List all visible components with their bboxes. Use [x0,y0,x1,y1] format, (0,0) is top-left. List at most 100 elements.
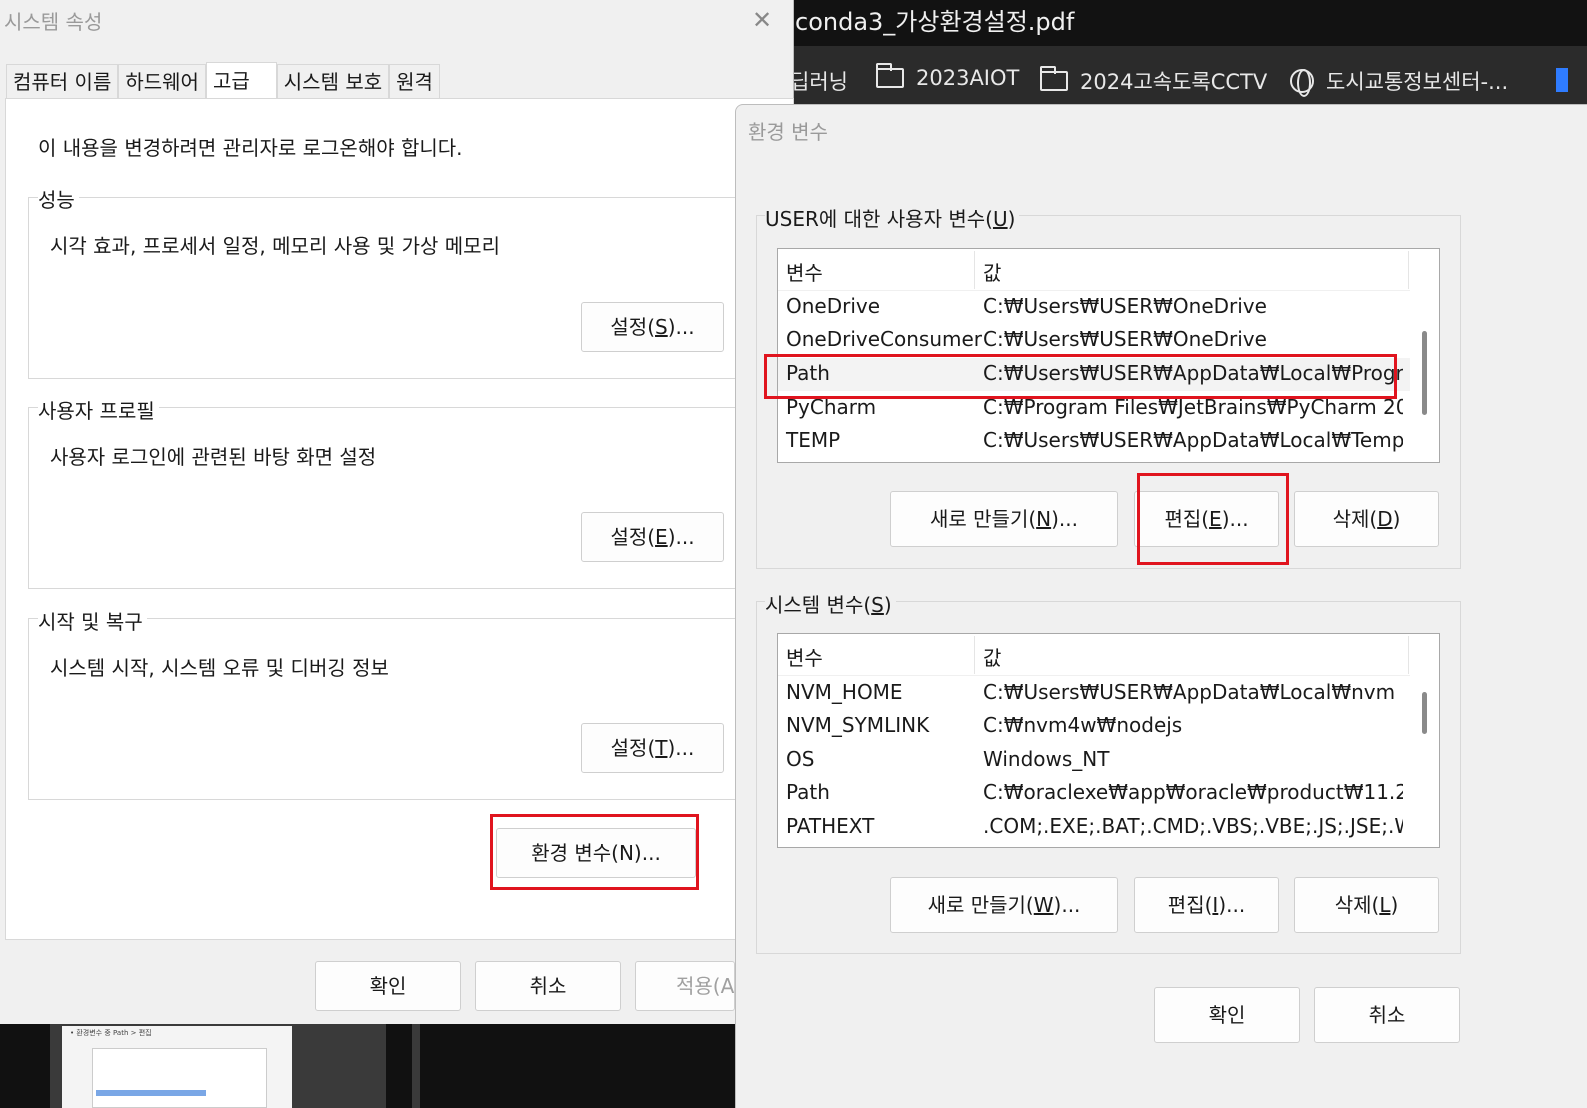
browser-tab-title[interactable]: conda3_가상환경설정.pdf [795,2,1074,37]
ok-button[interactable]: 확인 [1154,987,1300,1043]
document-thumbnail[interactable] [412,1022,420,1108]
variable-value: C:₩oraclexe₩app₩oracle₩product₩11.2.0... [983,780,1403,804]
close-icon[interactable]: ✕ [752,6,772,34]
button-label-suffix: )... [1053,893,1081,917]
button-label: 새로 만들기( [929,507,1037,531]
bookmark-item[interactable]: 딥러닝 [790,66,848,96]
highlight-box [490,814,699,890]
thumbnail-highlight [96,1090,206,1096]
button-label: 설정( [610,315,656,339]
thumbnail-page: • 환경변수 중 Path > 편집 [62,1026,292,1108]
performance-settings-button[interactable]: 설정(S)... [581,302,724,352]
variable-name: TEMP [786,428,841,452]
dialog-title: 시스템 속성 [4,10,103,34]
button-label-suffix: )... [667,525,695,549]
column-divider [1408,251,1409,289]
apply-button[interactable]: 적용(A [635,961,735,1011]
cancel-button[interactable]: 취소 [1314,987,1460,1043]
table-row[interactable]: PATHEXT .COM;.EXE;.BAT;.CMD;.VBS;.VBE;.J… [778,811,1410,844]
group-title: 시작 및 복구 [38,606,147,635]
group-title: USER에 대한 사용자 변수(U) [765,203,1020,232]
scrollbar-thumb[interactable] [1422,331,1427,415]
list-header: 변수 값 [778,634,1410,676]
table-row[interactable]: NVM_HOME C:₩Users₩USER₩AppData₩Local₩nvm [778,677,1410,710]
variable-value: Windows_NT [983,747,1110,771]
system-new-button[interactable]: 새로 만들기(W)... [890,877,1118,933]
column-divider [1408,636,1409,674]
variable-name: PATHEXT [786,814,875,838]
tab-computer-name[interactable]: 컴퓨터 이름 [6,64,119,98]
highlight-box [764,354,1397,399]
table-row[interactable]: NVM_SYMLINK C:₩nvm4w₩nodejs [778,710,1410,743]
variable-value: .COM;.EXE;.BAT;.CMD;.VBS;.VBE;.JS;.JSE;.… [983,814,1403,838]
accelerator-key: S [871,593,884,617]
button-label: 삭제( [1334,893,1380,917]
button-label: 설정( [610,736,656,760]
column-header-name[interactable]: 변수 [786,257,823,286]
admin-note: 이 내용을 변경하려면 관리자로 로그온해야 합니다. [38,136,463,160]
variable-name: NVM_SYMLINK [786,713,930,737]
table-row[interactable]: OS Windows_NT [778,744,1410,777]
variable-name: OneDrive [786,294,881,318]
system-properties-dialog: 시스템 속성 ✕ 컴퓨터 이름 하드웨어 고급 시스템 보호 원격 이 내용을 … [0,0,794,1024]
tab-advanced[interactable]: 고급 [205,62,277,98]
accelerator-key: N [1036,507,1052,531]
folder-icon [876,63,904,88]
bookmark-item[interactable]: 도시교통정보센터-... [1290,66,1509,97]
globe-icon [1290,69,1314,97]
cancel-button[interactable]: 취소 [475,961,621,1011]
system-variables-list[interactable]: 변수 값 NVM_HOME C:₩Users₩USER₩AppData₩Loca… [777,633,1440,848]
bookmark-item[interactable]: 2024고속도록CCTV [1040,66,1267,96]
group-title-suffix: ) [1007,207,1016,231]
accelerator-key: W [1033,893,1054,917]
group-description: 사용자 로그인에 관련된 바탕 화면 설정 [50,445,377,469]
accelerator-key: L [1379,893,1391,917]
user-new-button[interactable]: 새로 만들기(N)... [890,491,1118,547]
bookmark-item[interactable]: 2023AIOT [876,63,1019,90]
variable-value: C:₩Users₩USER₩OneDrive [983,294,1267,318]
button-label: 편집( [1167,893,1213,917]
bookmark-overflow-icon[interactable] [1556,68,1568,92]
variable-name: Path [786,780,830,804]
variable-value: C:₩Users₩USER₩OneDrive [983,327,1267,351]
button-label-suffix: )... [1051,507,1078,531]
scrollbar-thumb[interactable] [1422,692,1427,734]
group-title: 성능 [38,184,79,213]
column-header-value[interactable]: 값 [983,257,1001,286]
tab-remote[interactable]: 원격 [389,64,440,98]
tab-hardware[interactable]: 하드웨어 [118,64,206,98]
table-row[interactable]: OneDriveConsumer C:₩Users₩USER₩OneDrive [778,324,1410,357]
variable-value: C:₩nvm4w₩nodejs [983,713,1183,737]
table-row[interactable]: Path C:₩oraclexe₩app₩oracle₩product₩11.2… [778,777,1410,810]
button-label-suffix: ) [1392,507,1401,531]
button-label-suffix: ) [1390,893,1399,917]
tab-system-protection[interactable]: 시스템 보호 [276,64,390,98]
ok-button[interactable]: 확인 [315,961,461,1011]
highlight-box [1137,473,1289,565]
system-edit-button[interactable]: 편집(I)... [1134,877,1279,933]
column-divider[interactable] [974,636,975,674]
group-description: 시스템 시작, 시스템 오류 및 디버깅 정보 [50,656,389,680]
startup-recovery-settings-button[interactable]: 설정(T)... [581,723,724,773]
button-label-suffix: )... [667,315,695,339]
user-profile-settings-button[interactable]: 설정(E)... [581,512,724,562]
document-thumbnail[interactable]: • 환경변수 중 Path > 편집 [50,1022,386,1108]
variable-name: OS [786,747,815,771]
column-header-name[interactable]: 변수 [786,642,823,671]
table-row[interactable]: OneDrive C:₩Users₩USER₩OneDrive [778,291,1410,324]
system-delete-button[interactable]: 삭제(L) [1294,877,1439,933]
accelerator-key: E [655,525,668,549]
table-row[interactable]: TEMP C:₩Users₩USER₩AppData₩Local₩Temp [778,425,1410,458]
column-divider[interactable] [974,251,975,289]
user-delete-button[interactable]: 삭제(D) [1294,491,1439,547]
group-description: 시각 효과, 프로세서 일정, 메모리 사용 및 가상 메모리 [50,234,500,258]
bookmark-label: 도시교통정보센터-... [1326,70,1509,94]
group-title: 사용자 프로필 [38,395,159,424]
dialog-title: 환경 변수 [748,120,828,144]
thumbnail-title: • 환경변수 중 Path > 편집 [70,1029,152,1037]
group-title-text: 시스템 변수( [765,593,872,617]
column-header-value[interactable]: 값 [983,642,1001,671]
accelerator-key: T [655,736,668,760]
button-label-suffix: )... [1218,893,1246,917]
variable-name: NVM_HOME [786,680,903,704]
